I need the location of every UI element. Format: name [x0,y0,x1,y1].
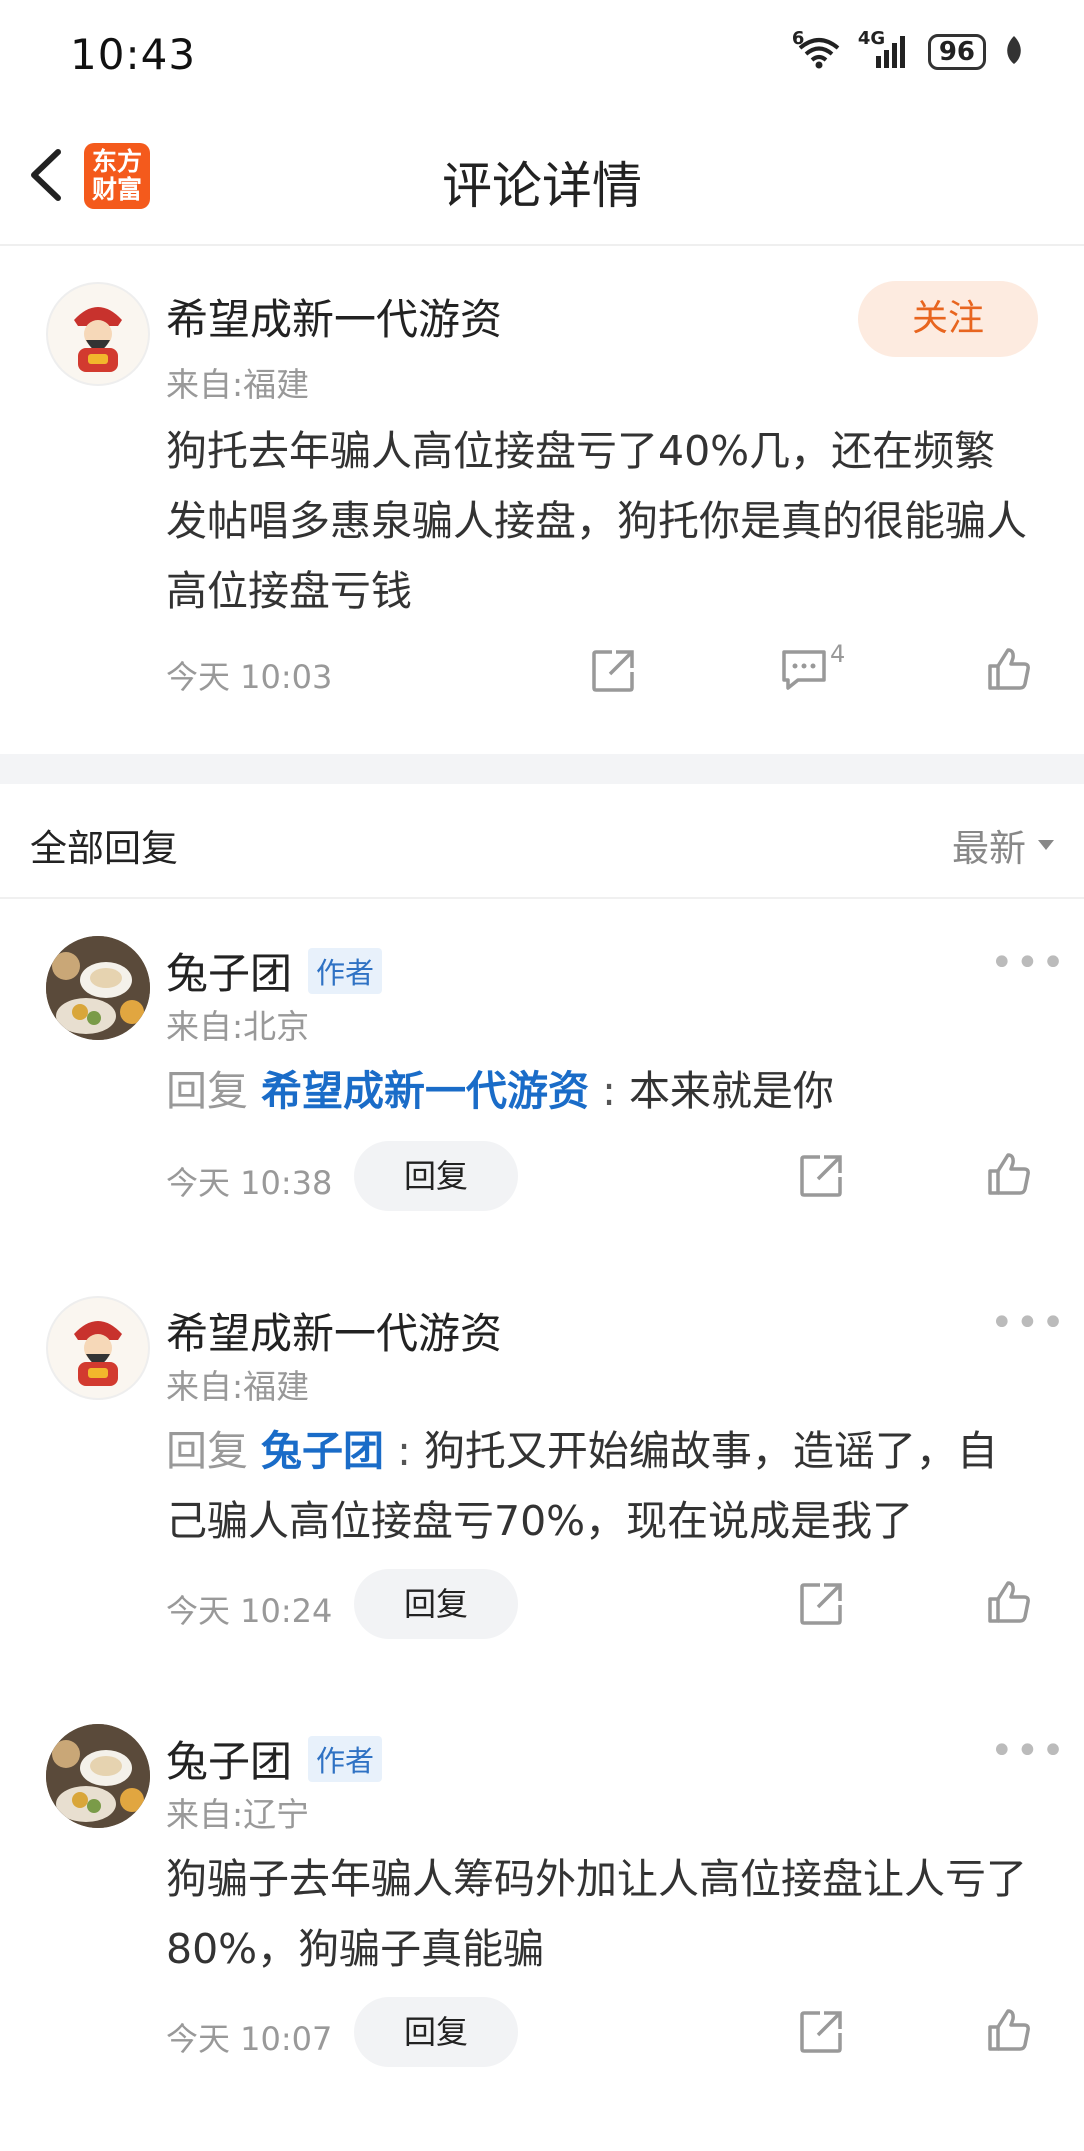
network-label: 4G [857,28,886,49]
like-icon[interactable] [986,646,1032,692]
header-divider [0,244,1084,246]
all-replies-title: 全部回复 [30,827,178,870]
reply-prefix: 回复 [166,1067,248,1115]
leaf-icon [1004,34,1024,70]
share-icon[interactable] [798,2009,844,2055]
reply-time: 今天 10:07 [166,2020,333,2058]
author-tag: 作者 [308,1735,383,1782]
battery-indicator: 96 [927,34,986,70]
comment-text: 狗托去年骗人高位接盘亏了40%几，还在频繁发帖唱多惠泉骗人接盘，狗托你是真的很能… [166,427,1027,615]
reply-text-block: 回复 兔子团 : 狗托又开始编故事，造谣了，自己骗人高位接盘亏70%，现在说成是… [166,1416,1034,1556]
follow-button[interactable]: 关注 [858,281,1038,357]
reply-button[interactable]: 回复 [354,1569,518,1639]
section-gap [0,754,1084,784]
like-icon[interactable] [986,2007,1032,2053]
status-icons: 6 4G 96 [792,28,1024,70]
comment-author[interactable]: 希望成新一代游资 [166,286,502,347]
reply-location: 来自:福建 [166,1367,310,1406]
caret-down-icon [1038,840,1054,850]
reply-target-link[interactable]: 希望成新一代游资 [261,1067,589,1115]
reply-target-link[interactable]: 兔子团 [261,1427,384,1475]
section-divider [0,897,1084,899]
reply-button[interactable]: 回复 [354,1997,518,2067]
reply-location: 来自:北京 [166,1007,310,1046]
share-icon[interactable] [590,648,636,694]
wifi-icon: 6 [792,28,844,70]
reply-button[interactable]: 回复 [354,1141,518,1211]
reply-author[interactable]: 兔子团 [166,1728,292,1789]
reply-separator: : [384,1427,424,1475]
reply-prefix: 回复 [166,1427,248,1475]
reply-separator: : [589,1067,629,1115]
cellular-icon: 4G [858,28,910,70]
reply-header: 兔子团 作者 [166,1728,383,1789]
reply-time: 今天 10:38 [166,1164,333,1202]
more-options-icon[interactable]: ••• [990,1300,1067,1346]
share-icon[interactable] [798,1581,844,1627]
author-tag: 作者 [308,947,383,994]
like-icon[interactable] [986,1579,1032,1625]
more-options-icon[interactable]: ••• [990,940,1067,986]
avatar-image [48,1298,148,1398]
like-icon[interactable] [986,1151,1032,1197]
reply-author[interactable]: 兔子团 [166,940,292,1001]
reply-author[interactable]: 希望成新一代游资 [166,1300,502,1361]
page-title: 评论详情 [442,157,642,215]
avatar-image [48,284,148,384]
reply-text: 本来就是你 [628,1067,834,1115]
sort-dropdown[interactable]: 最新 [952,818,1056,872]
avatar-image [46,1724,150,1828]
avatar-image [46,936,150,1040]
avatar[interactable] [46,936,150,1040]
more-options-icon[interactable]: ••• [990,1728,1067,1774]
status-time: 10:43 [70,30,197,79]
reply-text-block: 回复 希望成新一代游资 : 本来就是你 [166,1056,1034,1126]
comment-time: 今天 10:03 [166,658,333,696]
avatar[interactable] [46,1724,150,1828]
share-icon[interactable] [798,1153,844,1199]
avatar[interactable] [46,282,150,386]
wifi-label: 6 [791,28,805,49]
avatar[interactable] [46,1296,150,1400]
comment-location: 来自:福建 [166,365,310,404]
comment-count: 4 [830,640,846,668]
sort-label: 最新 [952,827,1026,870]
reply-time: 今天 10:24 [166,1592,333,1630]
reply-header: 兔子团 作者 [166,940,383,1001]
reply-text: 狗骗子去年骗人筹码外加让人高位接盘让人亏了80%，狗骗子真能骗 [166,1855,1027,1973]
reply-location: 来自:辽宁 [166,1795,310,1834]
comment-icon[interactable] [780,648,828,692]
